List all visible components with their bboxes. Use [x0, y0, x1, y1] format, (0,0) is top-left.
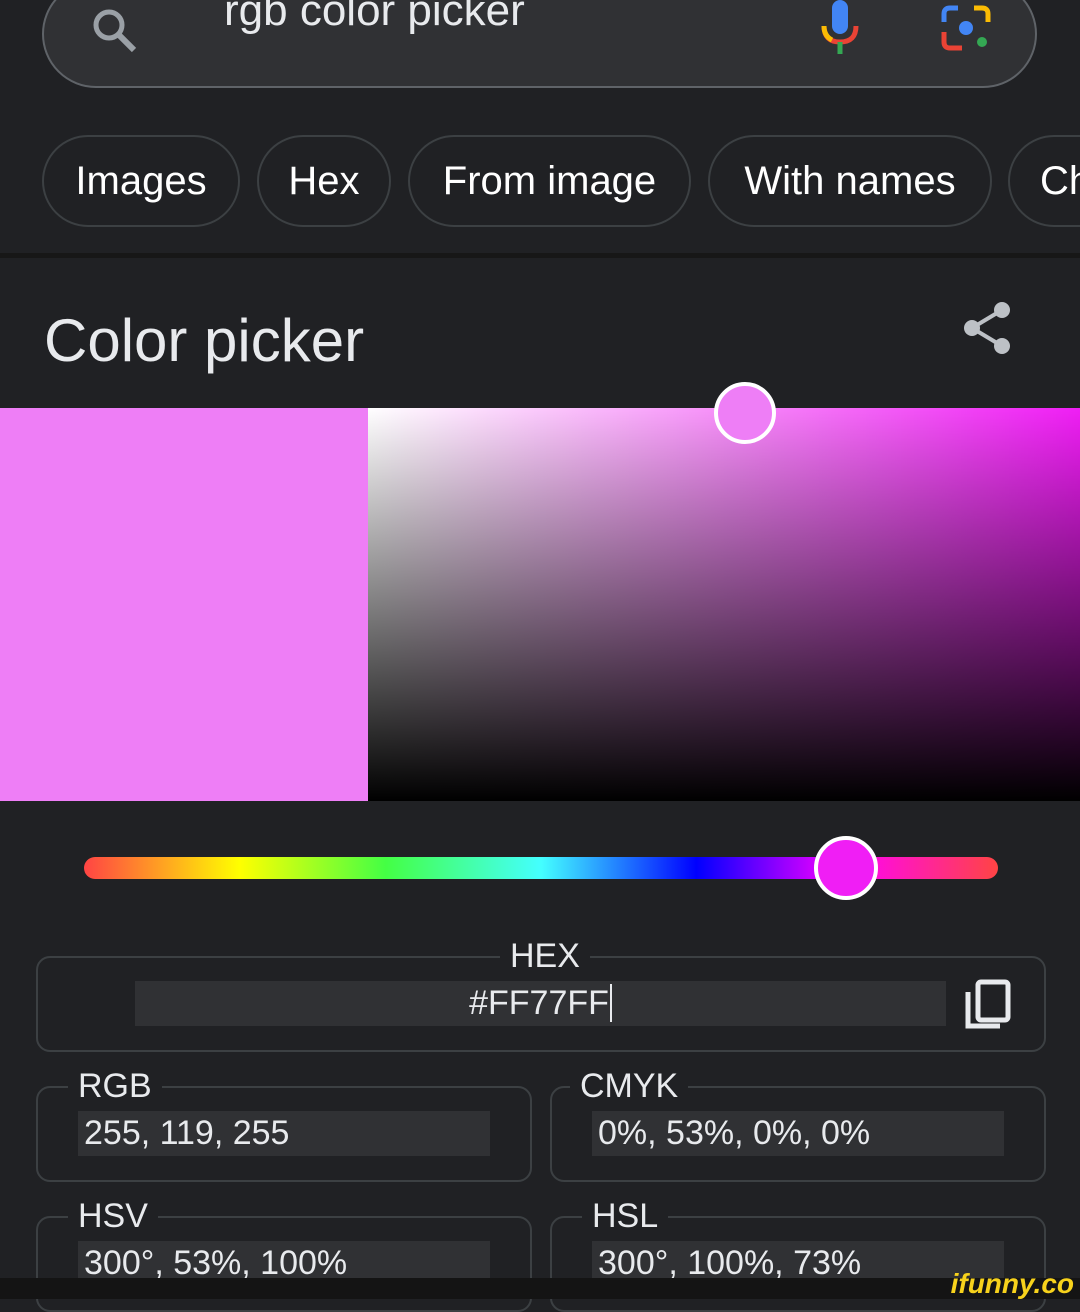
- rgb-label: RGB: [68, 1066, 162, 1106]
- lens-icon[interactable]: [940, 2, 992, 54]
- copy-icon[interactable]: [964, 978, 1014, 1032]
- divider: [0, 253, 1080, 258]
- watermark: ifunny.co: [950, 1268, 1074, 1299]
- mic-icon[interactable]: [818, 0, 862, 56]
- search-icon: [93, 9, 137, 53]
- cmyk-label: CMYK: [570, 1066, 689, 1106]
- chip-partial[interactable]: Ch: [1008, 135, 1080, 227]
- share-icon[interactable]: [962, 300, 1014, 356]
- cmyk-input[interactable]: 0%, 53%, 0%, 0%: [592, 1111, 1004, 1156]
- hex-input[interactable]: #FF77FF: [135, 981, 946, 1026]
- saturation-value-handle[interactable]: [714, 382, 777, 444]
- hex-label: HEX: [500, 936, 590, 976]
- chip-hex[interactable]: Hex: [257, 135, 391, 227]
- color-swatch: [0, 408, 368, 801]
- chip-with-names[interactable]: With names: [708, 135, 992, 227]
- chip-images[interactable]: Images: [42, 135, 240, 227]
- hsv-label: HSV: [68, 1196, 158, 1236]
- search-query[interactable]: rgb color picker: [224, 0, 525, 36]
- hex-value: #FF77FF: [469, 984, 609, 1022]
- hsl-label: HSL: [582, 1196, 669, 1236]
- rgb-input[interactable]: 255, 119, 255: [78, 1111, 490, 1156]
- hex-field: HEX #FF77FF: [36, 936, 1046, 1052]
- rgb-field: RGB 255, 119, 255: [36, 1066, 532, 1182]
- saturation-value-area[interactable]: [368, 408, 1080, 801]
- widget-title: Color picker: [44, 307, 365, 374]
- search-bar[interactable]: rgb color picker: [42, 0, 1037, 88]
- footer-bar: [0, 1278, 1080, 1299]
- hue-slider-handle[interactable]: [813, 836, 878, 900]
- cmyk-field: CMYK 0%, 53%, 0%, 0%: [550, 1066, 1046, 1182]
- chip-from-image[interactable]: From image: [408, 135, 691, 227]
